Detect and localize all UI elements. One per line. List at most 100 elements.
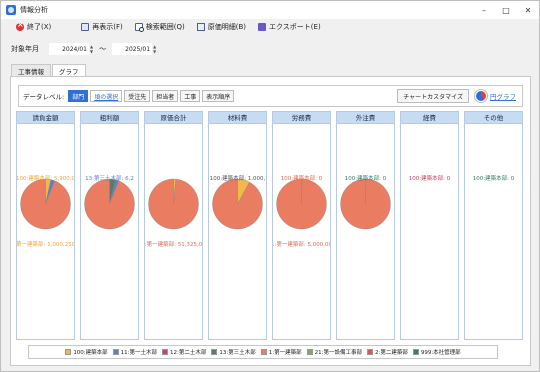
spin-down-icon: ▼ xyxy=(90,49,94,54)
exit-icon xyxy=(16,20,24,31)
level-project-button[interactable]: 工事 xyxy=(180,90,201,102)
chart-customize-button[interactable]: チャートカスタマイズ xyxy=(397,89,469,103)
pie-chart: 100:建築本部: 0 1:第一建築部: 5,000,00 xyxy=(273,174,330,248)
chart-column: 労務費 100:建築本部: 0 1:第一建築部: 5,000,00 xyxy=(272,111,331,340)
slice-data-label: 100:建築本部: 0 xyxy=(409,174,451,182)
legend-item: 1:第一建築部 xyxy=(260,348,302,356)
period-to-spinner[interactable]: ▲ ▼ xyxy=(153,44,156,54)
search-range-label: 検索範囲(Q) xyxy=(145,23,185,31)
chart-title: 経費 xyxy=(401,112,458,124)
chart-column: 経費 100:建築本部: 0 xyxy=(400,111,459,340)
legend-item: 999:本社管理部 xyxy=(412,348,461,356)
period-to-input[interactable] xyxy=(112,43,153,55)
export-button[interactable]: エクスポート(E) xyxy=(255,20,324,34)
chart-title: 原価合計 xyxy=(145,112,202,124)
pie-chart: 100:建築本部: 0 xyxy=(409,174,451,182)
chart-title: 労務費 xyxy=(273,112,330,124)
slice-data-label: 1:第一建築部: 51,325,00 xyxy=(145,240,202,248)
chart-title: 材料費 xyxy=(209,112,266,124)
legend-label: 11:第一土木部 xyxy=(120,350,158,356)
chart-title: 請負金額 xyxy=(17,112,74,124)
legend-item: 11:第一土木部 xyxy=(112,348,158,356)
close-icon: ✕ xyxy=(524,5,532,15)
redisplay-icon xyxy=(81,23,90,31)
tab-graph[interactable]: グラフ xyxy=(52,64,86,76)
level-staff-button[interactable]: 担当者 xyxy=(152,90,179,102)
pie-slice xyxy=(340,178,391,230)
chart-column: 粗利額 13:第三土木部: 6,2 xyxy=(80,111,139,340)
pie-slice xyxy=(212,178,263,230)
display-order-button[interactable]: 表示順序 xyxy=(202,90,235,102)
level-select-link[interactable]: 頃の選択 xyxy=(90,90,123,102)
toolbar: 終了(X) 再表示(F) 検索範囲(Q) 原価明細(B) エクスポート(E) xyxy=(1,19,539,35)
slice-data-label: 100:建築本部: 0 xyxy=(345,174,387,182)
close-button[interactable]: ✕ xyxy=(517,1,539,19)
legend-swatch xyxy=(306,349,313,355)
window-title: 情報分析 xyxy=(20,6,48,14)
pie-chart: 100:建築本部: 0 xyxy=(340,174,391,230)
minimize-icon: – xyxy=(482,5,486,15)
slice-data-label: 100:建築本部: 1,000, xyxy=(210,174,266,182)
slice-data-label: 13:第三土木部: 6,2 xyxy=(85,174,134,182)
period-from-input[interactable] xyxy=(49,43,89,55)
legend-swatch xyxy=(162,349,169,355)
legend-item: 13:第三土木部 xyxy=(211,348,256,356)
pie-slice xyxy=(84,178,135,230)
pie-slice xyxy=(276,178,327,230)
period-separator: ～ xyxy=(99,45,107,53)
legend-label: 999:本社管理部 xyxy=(420,350,461,356)
legend-label: 100:建築本部 xyxy=(73,350,108,356)
search-range-button[interactable]: 検索範囲(Q) xyxy=(132,20,188,34)
pie-chart: 100:建築本部: 5,900,0 1:第一建築部: 1,000,250,0 xyxy=(17,174,74,248)
pie-chart-link[interactable]: 円グラフ xyxy=(475,90,516,102)
period-row: 対象年月 ▲ ▼ ～ ▲ ▼ xyxy=(1,41,539,57)
pie-chart: 100:建築本部: 0 xyxy=(473,174,515,182)
legend-label: 12:第二土木部 xyxy=(170,350,207,356)
level-customer-button[interactable]: 受注先 xyxy=(124,90,151,102)
main-window: 情報分析 – □ ✕ 終了(X) 再表示(F) 検索範囲(Q) 原価明細(B) … xyxy=(0,0,540,372)
legend-item: 2:第二建築部 xyxy=(366,348,408,356)
legend-item: 21:第一設備工事部 xyxy=(306,348,362,356)
search-icon xyxy=(134,23,144,32)
slice-data-label: 1:第一建築部: 5,000,00 xyxy=(273,240,330,248)
legend-label: 1:第一建築部 xyxy=(268,350,302,356)
tab-strip: 工事情報 グラフ xyxy=(11,64,87,76)
chart-title: 粗利額 xyxy=(81,112,138,124)
legend-swatch xyxy=(412,349,419,355)
tab-project-info[interactable]: 工事情報 xyxy=(11,64,51,76)
cost-detail-button[interactable]: 原価明細(B) xyxy=(194,20,249,34)
maximize-button[interactable]: □ xyxy=(495,1,517,19)
pie-chart: 100:建築本部: 1,000, xyxy=(210,174,266,230)
title-bar: 情報分析 – □ ✕ xyxy=(1,1,539,19)
app-icon xyxy=(6,5,16,15)
pie-chart-link-label: 円グラフ xyxy=(490,93,516,101)
export-label: エクスポート(E) xyxy=(269,23,321,31)
filter-bar-right: チャートカスタマイズ 円グラフ xyxy=(397,89,516,103)
pie-chart-icon xyxy=(475,90,487,102)
legend-swatch xyxy=(211,349,218,355)
legend-label: 2:第二建築部 xyxy=(374,350,408,356)
spin-down-icon: ▼ xyxy=(153,49,157,54)
slice-data-label: 1:第一建築部: 1,000,250,0 xyxy=(17,240,74,248)
legend-label: 21:第一設備工事部 xyxy=(314,350,362,356)
chart-column: 原価合計 1:第一建築部: 51,325,00 xyxy=(144,111,203,340)
data-level-bar: データレベル: 部門 頃の選択 受注先 担当者 工事 表示順序 チャートカスタマ… xyxy=(18,85,523,107)
redisplay-button[interactable]: 再表示(F) xyxy=(78,20,126,34)
exit-label: 終了(X) xyxy=(27,23,52,31)
legend-label: 13:第三土木部 xyxy=(219,350,256,356)
level-department-button[interactable]: 部門 xyxy=(68,90,89,102)
slice-data-label: 100:建築本部: 0 xyxy=(281,174,323,182)
period-from-spinner[interactable]: ▲ ▼ xyxy=(90,44,93,54)
period-label: 対象年月 xyxy=(11,45,39,53)
legend-swatch xyxy=(65,349,72,355)
exit-button[interactable]: 終了(X) xyxy=(13,20,54,34)
data-level-label: データレベル: xyxy=(23,93,65,101)
document-icon xyxy=(196,23,205,31)
graph-panel: データレベル: 部門 頃の選択 受注先 担当者 工事 表示順序 チャートカスタマ… xyxy=(10,76,531,366)
legend-item: 100:建築本部 xyxy=(65,348,108,356)
minimize-button[interactable]: – xyxy=(473,1,495,19)
legend-swatch xyxy=(366,349,373,355)
window-controls: – □ ✕ xyxy=(473,1,539,19)
pie-chart: 1:第一建築部: 51,325,00 xyxy=(145,178,202,248)
chart-title: その他 xyxy=(465,112,522,124)
